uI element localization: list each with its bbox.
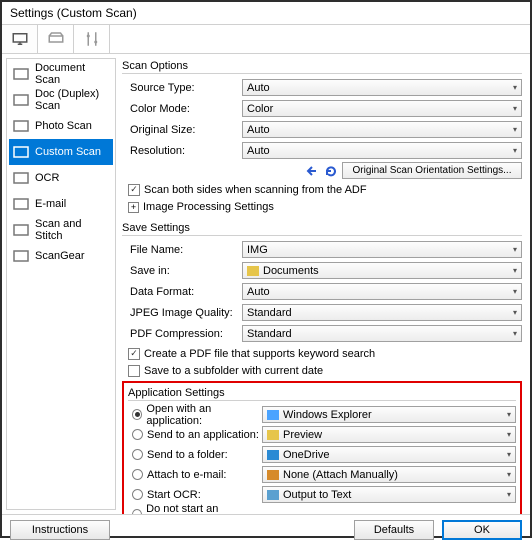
- app-radio-label: Attach to e-mail:: [147, 469, 226, 481]
- sidebar-item-custom-scan[interactable]: Custom Scan: [9, 139, 113, 165]
- pdf-compression-combo[interactable]: Standard▾: [242, 325, 522, 342]
- sidebar-item-photo-scan[interactable]: Photo Scan: [9, 113, 113, 139]
- sidebar-item-label: Photo Scan: [35, 120, 92, 132]
- subfolder-checkbox[interactable]: [128, 365, 140, 377]
- sidebar-item-scan-and-stitch[interactable]: Scan and Stitch: [9, 217, 113, 243]
- app-settings-heading: Application Settings: [128, 387, 516, 399]
- app-radio-0[interactable]: [132, 409, 142, 420]
- tools-icon: [83, 30, 101, 48]
- gear-icon: [13, 249, 29, 263]
- save-settings-heading: Save Settings: [122, 222, 522, 234]
- defaults-button[interactable]: Defaults: [354, 520, 434, 540]
- refresh-icon[interactable]: [324, 165, 338, 177]
- expand-image-processing[interactable]: +: [128, 202, 139, 213]
- sidebar-item-label: Document Scan: [35, 62, 109, 86]
- sidebar-item-label: Doc (Duplex) Scan: [35, 88, 109, 112]
- app-radio-label: Start OCR:: [147, 489, 201, 501]
- app-radio-label: Send to an application:: [147, 429, 259, 441]
- custom-icon: [13, 145, 29, 159]
- app-radio-label: Open with an application:: [146, 403, 262, 427]
- app-radio-3[interactable]: [132, 469, 143, 480]
- pdf-compression-label: PDF Compression:: [122, 328, 242, 340]
- scan-both-checkbox[interactable]: ✓: [128, 184, 140, 196]
- sidebar-item-e-mail[interactable]: E-mail: [9, 191, 113, 217]
- app-combo-1[interactable]: Preview▾: [262, 426, 516, 443]
- instructions-button[interactable]: Instructions: [10, 520, 110, 540]
- no-app-radio[interactable]: [132, 509, 142, 514]
- pdf-keyword-checkbox[interactable]: ✓: [128, 348, 140, 360]
- app-radio-2[interactable]: [132, 449, 143, 460]
- sidebar-item-label: OCR: [35, 172, 59, 184]
- sidebar-item-label: ScanGear: [35, 250, 85, 262]
- jpeg-quality-combo[interactable]: Standard▾: [242, 304, 522, 321]
- dup-icon: [13, 93, 29, 107]
- photo-icon: [13, 119, 29, 133]
- orientation-settings-button[interactable]: Original Scan Orientation Settings...: [342, 162, 522, 179]
- chevron-down-icon: ▾: [513, 83, 517, 92]
- subfolder-label: Save to a subfolder with current date: [144, 365, 323, 377]
- sidebar-item-label: Scan and Stitch: [35, 218, 109, 242]
- window-title: Settings (Custom Scan): [2, 2, 530, 24]
- tab-general-settings[interactable]: [74, 25, 110, 53]
- content-pane: Scan Options Source Type:Auto▾ Color Mod…: [116, 54, 530, 514]
- sidebar-item-ocr[interactable]: OCR: [9, 165, 113, 191]
- sidebar-item-doc-duplex-scan[interactable]: Doc (Duplex) Scan: [9, 87, 113, 113]
- original-size-combo[interactable]: Auto▾: [242, 121, 522, 138]
- doc-icon: [13, 67, 29, 81]
- source-type-label: Source Type:: [122, 82, 242, 94]
- app-radio-label: Send to a folder:: [147, 449, 228, 461]
- app-radio-4[interactable]: [132, 489, 143, 500]
- color-mode-label: Color Mode:: [122, 103, 242, 115]
- color-mode-combo[interactable]: Color▾: [242, 100, 522, 117]
- no-app-label: Do not start an application: [146, 503, 262, 515]
- sidebar-item-document-scan[interactable]: Document Scan: [9, 61, 113, 87]
- back-icon[interactable]: [306, 165, 320, 177]
- original-size-label: Original Size:: [122, 124, 242, 136]
- app-combo-3[interactable]: None (Attach Manually)▾: [262, 466, 516, 483]
- application-settings-highlight: Application Settings Open with an applic…: [122, 381, 522, 514]
- stitch-icon: [13, 223, 29, 237]
- sidebar: Document ScanDoc (Duplex) Scan Photo Scan…: [6, 58, 116, 510]
- ok-button[interactable]: OK: [442, 520, 522, 540]
- resolution-label: Resolution:: [122, 145, 242, 157]
- ocr-icon: [13, 171, 29, 185]
- app-combo-4[interactable]: Output to Text▾: [262, 486, 516, 503]
- resolution-combo[interactable]: Auto▾: [242, 142, 522, 159]
- data-format-combo[interactable]: Auto▾: [242, 283, 522, 300]
- save-in-combo[interactable]: Documents▾: [242, 262, 522, 279]
- toolbar: [2, 24, 530, 54]
- footer: Instructions Defaults OK: [2, 514, 530, 544]
- scan-both-label: Scan both sides when scanning from the A…: [144, 184, 367, 196]
- app-radio-1[interactable]: [132, 429, 143, 440]
- data-format-label: Data Format:: [122, 286, 242, 298]
- scanner-icon: [47, 30, 65, 48]
- file-name-label: File Name:: [122, 244, 242, 256]
- save-in-label: Save in:: [122, 265, 242, 277]
- tab-scan-from-panel[interactable]: [38, 25, 74, 53]
- jpeg-quality-label: JPEG Image Quality:: [122, 307, 242, 319]
- sidebar-item-label: Custom Scan: [35, 146, 101, 158]
- source-type-combo[interactable]: Auto▾: [242, 79, 522, 96]
- pdf-keyword-label: Create a PDF file that supports keyword …: [144, 348, 375, 360]
- mail-icon: [13, 197, 29, 211]
- tab-scan-from-computer[interactable]: [2, 25, 38, 53]
- app-combo-2[interactable]: OneDrive▾: [262, 446, 516, 463]
- scan-options-heading: Scan Options: [122, 60, 522, 72]
- file-name-combo[interactable]: IMG▾: [242, 241, 522, 258]
- app-combo-0[interactable]: Windows Explorer▾: [262, 406, 516, 423]
- sidebar-item-label: E-mail: [35, 198, 66, 210]
- sidebar-item-scangear[interactable]: ScanGear: [9, 243, 113, 269]
- image-processing-label: Image Processing Settings: [143, 201, 274, 213]
- monitor-icon: [11, 30, 29, 48]
